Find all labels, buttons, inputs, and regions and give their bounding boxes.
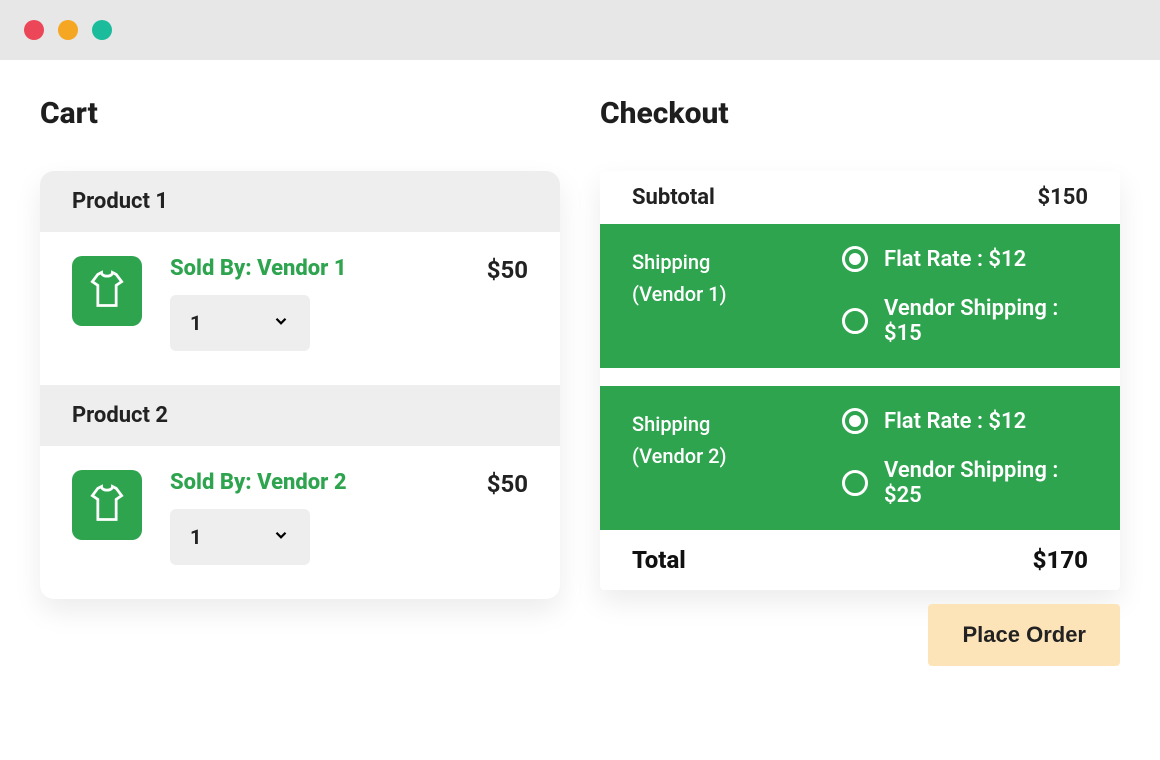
shipping-option-label: Vendor Shipping : $15 [884,296,1088,346]
shipping-option-label: Vendor Shipping : $25 [884,458,1088,508]
cart-card: Product 1 Sold By: Vendor 1 1 [40,171,560,599]
radio-icon [842,470,868,496]
product-thumbnail [72,470,142,540]
shipping-block-vendor-2: Shipping (Vendor 2) Flat Rate : $12 Vend… [600,386,1120,530]
shipping-block-vendor-1: Shipping (Vendor 1) Flat Rate : $12 Vend… [600,224,1120,368]
titlebar [0,0,1160,60]
checkout-column: Checkout Subtotal $150 Shipping (Vendor … [600,96,1120,666]
shipping-label: Shipping (Vendor 1) [632,246,782,346]
checkout-title: Checkout [600,96,1120,131]
shipping-label-line1: Shipping [632,412,710,436]
product-row: Sold By: Vendor 1 1 $50 [40,232,560,385]
product-price: $50 [487,256,528,284]
quantity-value: 1 [190,525,201,549]
product-price: $50 [487,470,528,498]
shipping-option-label: Flat Rate : $12 [884,247,1026,272]
total-value: $170 [1033,546,1088,574]
shipping-option-flat-rate[interactable]: Flat Rate : $12 [842,246,1088,272]
subtotal-row: Subtotal $150 [600,171,1120,224]
total-label: Total [632,546,686,574]
chevron-down-icon [272,525,290,549]
shipping-option-label: Flat Rate : $12 [884,409,1026,434]
subtotal-label: Subtotal [632,185,715,210]
shipping-label-line2: (Vendor 2) [632,444,726,468]
jacket-icon [85,267,129,315]
product-thumbnail [72,256,142,326]
shipping-option-vendor-shipping[interactable]: Vendor Shipping : $25 [842,458,1088,508]
quantity-value: 1 [190,311,201,335]
radio-icon [842,246,868,272]
sold-by-label: Sold By: Vendor 1 [170,256,459,281]
product-header: Product 1 [40,171,560,232]
jacket-icon [85,481,129,529]
place-order-button[interactable]: Place Order [928,604,1120,666]
shipping-option-vendor-shipping[interactable]: Vendor Shipping : $15 [842,296,1088,346]
window-maximize-icon[interactable] [92,20,112,40]
subtotal-value: $150 [1038,185,1089,210]
radio-icon [842,408,868,434]
shipping-label-line2: (Vendor 1) [632,282,726,306]
total-row: Total $170 [600,530,1120,590]
product-row: Sold By: Vendor 2 1 $50 [40,446,560,599]
sold-by-label: Sold By: Vendor 2 [170,470,459,495]
window-close-icon[interactable] [24,20,44,40]
cart-column: Cart Product 1 Sold By: Vendor 1 1 [40,96,560,666]
cart-title: Cart [40,96,560,131]
shipping-option-flat-rate[interactable]: Flat Rate : $12 [842,408,1088,434]
shipping-label: Shipping (Vendor 2) [632,408,782,508]
quantity-select[interactable]: 1 [170,509,310,565]
checkout-card: Subtotal $150 Shipping (Vendor 1) Flat R… [600,171,1120,590]
shipping-label-line1: Shipping [632,250,710,274]
product-header: Product 2 [40,385,560,446]
chevron-down-icon [272,311,290,335]
window-minimize-icon[interactable] [58,20,78,40]
radio-icon [842,308,868,334]
quantity-select[interactable]: 1 [170,295,310,351]
